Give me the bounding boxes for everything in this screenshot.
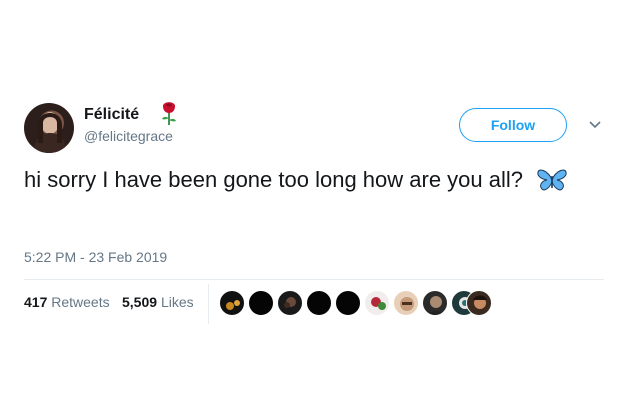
liker-avatar[interactable] bbox=[277, 290, 303, 316]
avatar[interactable] bbox=[24, 103, 74, 153]
chevron-down-icon[interactable] bbox=[588, 120, 602, 130]
likes-label: Likes bbox=[160, 294, 194, 310]
liker-avatar[interactable] bbox=[466, 290, 492, 316]
retweets-stat[interactable]: 417 Retweets bbox=[24, 294, 110, 310]
liker-avatar[interactable] bbox=[422, 290, 448, 316]
liker-avatar[interactable] bbox=[306, 290, 332, 316]
divider bbox=[24, 279, 604, 280]
liker-avatar[interactable] bbox=[335, 290, 361, 316]
display-name[interactable]: Félicité bbox=[84, 106, 139, 124]
tweet-text: hi sorry I have been gone too long how a… bbox=[24, 164, 599, 196]
stats-separator bbox=[208, 284, 209, 324]
liker-avatar[interactable] bbox=[219, 290, 245, 316]
tweet-body: hi sorry I have been gone too long how a… bbox=[24, 167, 523, 192]
retweets-count: 417 bbox=[24, 294, 48, 310]
rose-icon bbox=[162, 102, 176, 125]
likes-stat[interactable]: 5,509 Likes bbox=[122, 294, 194, 310]
butterfly-icon bbox=[537, 169, 567, 191]
retweets-label: Retweets bbox=[51, 294, 110, 310]
likes-count: 5,509 bbox=[122, 294, 158, 310]
follow-button[interactable]: Follow bbox=[459, 108, 567, 142]
user-handle[interactable]: @felicitegrace bbox=[84, 128, 173, 144]
tweet-card: Félicité @felicitegrace Follow hi sorry … bbox=[0, 0, 625, 417]
liker-avatar[interactable] bbox=[248, 290, 274, 316]
tweet-timestamp[interactable]: 5:22 PM - 23 Feb 2019 bbox=[24, 249, 167, 265]
liker-avatar[interactable] bbox=[393, 290, 419, 316]
liker-avatar[interactable] bbox=[364, 290, 390, 316]
